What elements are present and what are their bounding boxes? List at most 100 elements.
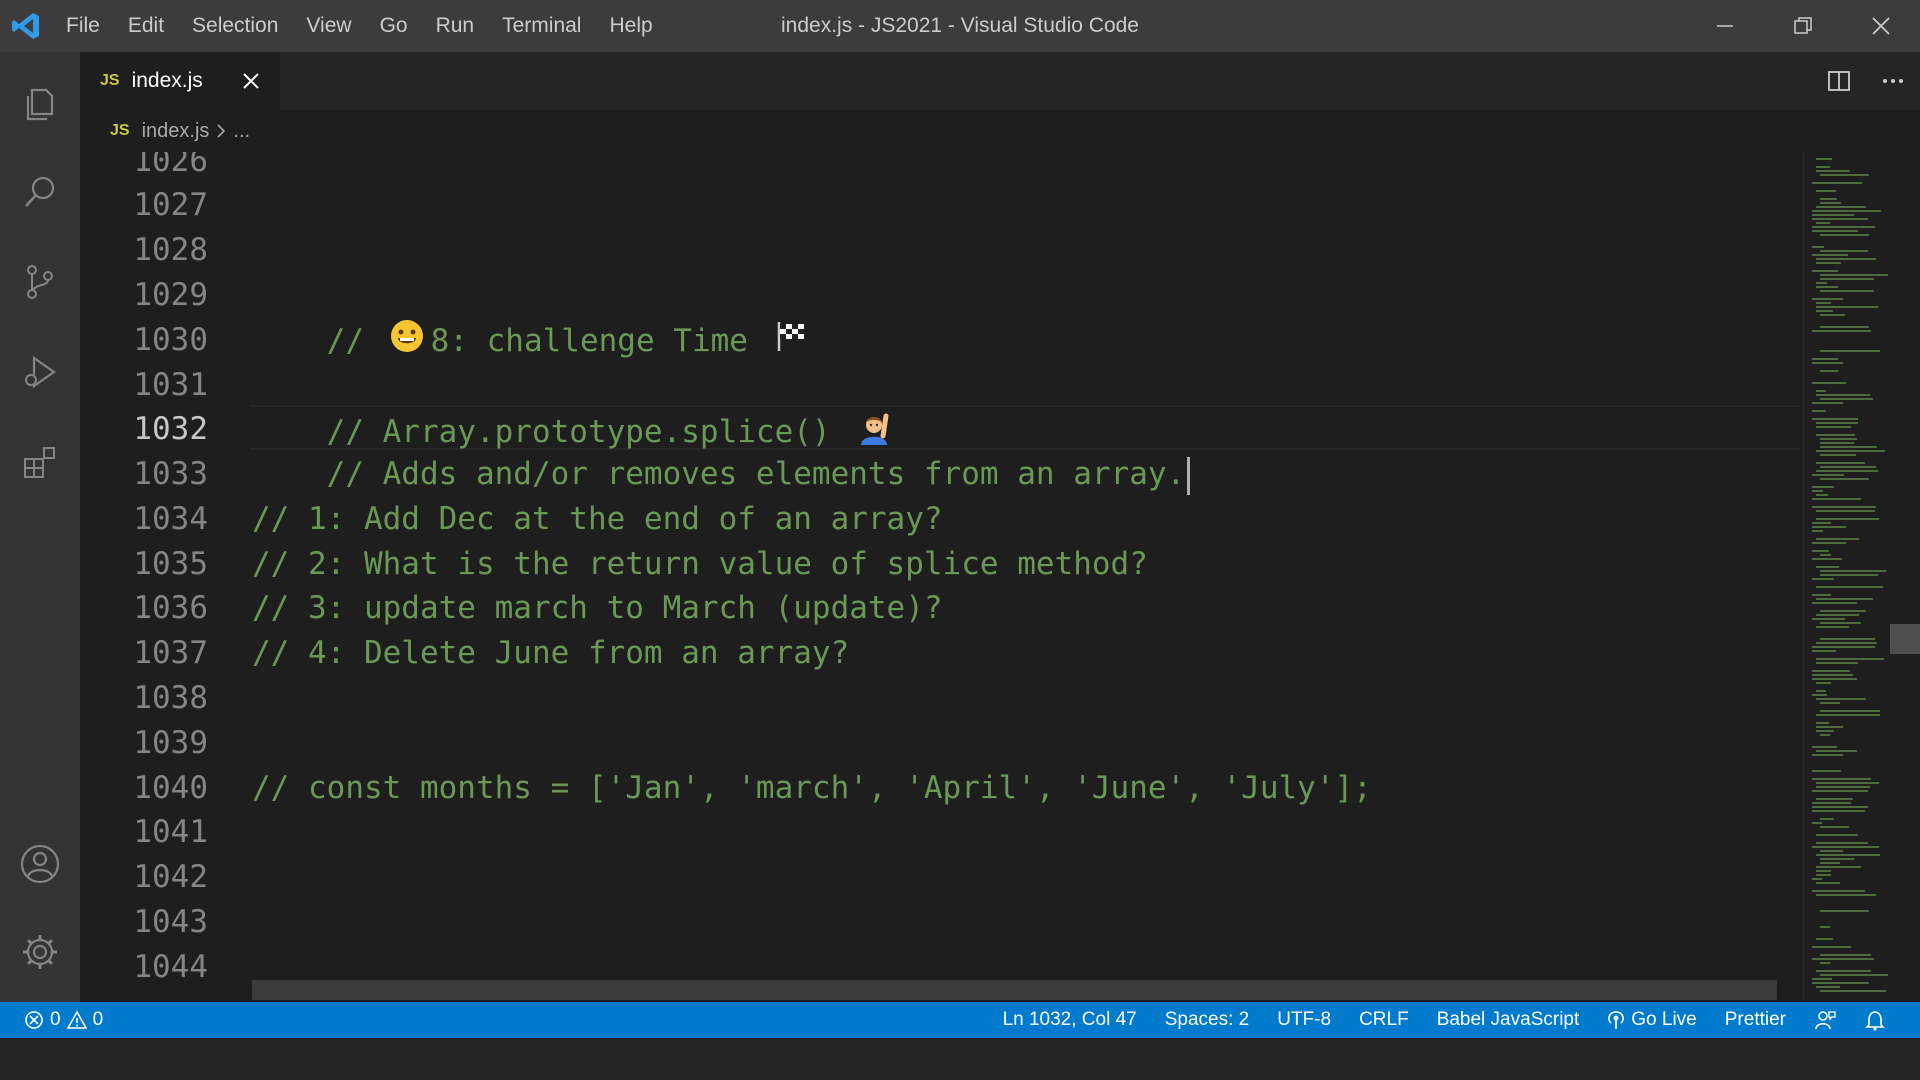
minimap-line bbox=[1816, 690, 1826, 692]
menu-selection[interactable]: Selection bbox=[178, 0, 292, 52]
cursor-position[interactable]: Ln 1032, Col 47 bbox=[989, 1009, 1151, 1031]
breadcrumb-more[interactable]: ... bbox=[233, 120, 250, 143]
source-control-icon bbox=[27, 265, 53, 299]
minimap-line bbox=[1812, 674, 1853, 676]
minimap-line bbox=[1820, 290, 1874, 292]
minimap-line bbox=[1816, 726, 1843, 728]
minimap-line bbox=[1816, 510, 1875, 512]
minimap-line bbox=[1816, 310, 1833, 312]
menu-terminal[interactable]: Terminal bbox=[488, 0, 595, 52]
source-control-button[interactable] bbox=[0, 242, 80, 322]
minimap-line bbox=[1816, 834, 1858, 836]
minimap-line bbox=[1812, 558, 1842, 560]
minimap-line bbox=[1816, 302, 1831, 304]
minimap-line bbox=[1820, 954, 1871, 956]
manage-button[interactable] bbox=[0, 912, 80, 992]
minimap-line bbox=[1820, 702, 1840, 704]
settings-gear-icon bbox=[23, 935, 57, 969]
minimap-line bbox=[1816, 306, 1878, 308]
minimap-line bbox=[1820, 398, 1873, 400]
grinning-face-icon bbox=[389, 318, 425, 367]
minimize-icon bbox=[1717, 25, 1733, 27]
minimap-line bbox=[1820, 974, 1888, 976]
menu-file[interactable]: File bbox=[52, 0, 114, 52]
notifications-button[interactable] bbox=[1850, 1009, 1900, 1031]
menu-help[interactable]: Help bbox=[595, 0, 666, 52]
minimap-line bbox=[1820, 350, 1880, 352]
explorer-button[interactable] bbox=[0, 64, 80, 144]
error-icon bbox=[25, 1011, 43, 1029]
minimap-line bbox=[1816, 970, 1871, 972]
code-line: // 3: update march to March (update)? bbox=[252, 590, 943, 626]
tab-bar: JS index.js bbox=[80, 52, 1920, 110]
more-actions-button[interactable] bbox=[1866, 52, 1920, 110]
error-count: 0 bbox=[50, 1009, 61, 1030]
prettier-status[interactable]: Prettier bbox=[1711, 1009, 1800, 1031]
minimize-button[interactable] bbox=[1686, 0, 1764, 52]
close-window-button[interactable] bbox=[1842, 0, 1920, 52]
minimap-line bbox=[1812, 650, 1836, 652]
accounts-icon bbox=[20, 844, 60, 884]
extensions-button[interactable] bbox=[0, 422, 80, 502]
end-of-line[interactable]: CRLF bbox=[1345, 1009, 1423, 1031]
minimap-line bbox=[1812, 254, 1848, 256]
restore-button[interactable] bbox=[1764, 0, 1842, 52]
minimap-line bbox=[1816, 722, 1829, 724]
problems-indicator[interactable]: 0 0 bbox=[24, 1002, 103, 1038]
line-number: 1033 bbox=[133, 456, 208, 492]
menu-edit[interactable]: Edit bbox=[114, 0, 178, 52]
minimap-line bbox=[1820, 478, 1869, 480]
vscode-logo-icon bbox=[0, 0, 52, 52]
line-number: 1042 bbox=[133, 859, 208, 895]
editor-actions bbox=[1812, 52, 1920, 110]
minimap-line bbox=[1816, 470, 1878, 472]
code-line: // 1: Add Dec at the end of an array? bbox=[252, 501, 943, 537]
vertical-scrollbar-thumb[interactable] bbox=[1890, 624, 1920, 654]
line-number-active: 1032 bbox=[133, 411, 208, 447]
warning-icon bbox=[66, 1010, 87, 1029]
line-number: 1038 bbox=[133, 680, 208, 716]
minimap-line bbox=[1816, 170, 1850, 172]
minimap-line bbox=[1816, 614, 1859, 616]
split-editor-button[interactable] bbox=[1812, 52, 1866, 110]
line-number: 1043 bbox=[133, 904, 208, 940]
minimap-line bbox=[1820, 622, 1861, 624]
menu-run[interactable]: Run bbox=[422, 0, 489, 52]
minimap[interactable] bbox=[1803, 152, 1920, 1000]
minimap-line bbox=[1820, 734, 1830, 736]
minimap-line bbox=[1816, 682, 1831, 684]
feedback-button[interactable] bbox=[1800, 1009, 1850, 1031]
minimap-line bbox=[1816, 870, 1831, 872]
extensions-icon bbox=[24, 447, 55, 478]
menu-go[interactable]: Go bbox=[366, 0, 422, 52]
run-debug-button[interactable] bbox=[0, 332, 80, 412]
menu-view[interactable]: View bbox=[292, 0, 365, 52]
minimap-line bbox=[1812, 402, 1843, 404]
go-live-button[interactable]: Go Live bbox=[1593, 1009, 1710, 1031]
minimap-line bbox=[1812, 218, 1868, 220]
minimap-line bbox=[1816, 854, 1880, 856]
minimap-line bbox=[1812, 878, 1822, 880]
minimap-line bbox=[1812, 298, 1843, 300]
minimap-line bbox=[1812, 602, 1857, 604]
horizontal-scrollbar[interactable] bbox=[252, 980, 1777, 1000]
encoding[interactable]: UTF-8 bbox=[1263, 1009, 1345, 1031]
search-button[interactable] bbox=[0, 152, 80, 232]
minimap-line bbox=[1812, 210, 1881, 212]
minimap-line bbox=[1816, 190, 1836, 192]
code-line: // 2: What is the return value of splice… bbox=[252, 546, 1148, 582]
code-editor[interactable]: 1026 1027 1028 1029 1030 1031 1032 1033 … bbox=[80, 152, 1803, 1000]
tab-index-js[interactable]: JS index.js bbox=[80, 52, 280, 110]
accounts-button[interactable] bbox=[0, 824, 80, 904]
tab-close-button[interactable] bbox=[236, 66, 266, 96]
language-mode[interactable]: Babel JavaScript bbox=[1423, 1009, 1594, 1031]
more-horizontal-icon bbox=[1883, 79, 1903, 83]
code-comment-prefix: // bbox=[326, 323, 383, 359]
minimap-line bbox=[1820, 442, 1854, 444]
indentation[interactable]: Spaces: 2 bbox=[1151, 1009, 1264, 1031]
explorer-icon bbox=[26, 88, 54, 121]
minimap-line bbox=[1816, 658, 1884, 660]
minimap-line bbox=[1812, 746, 1837, 748]
minimap-line bbox=[1812, 330, 1871, 332]
breadcrumb-file[interactable]: index.js bbox=[142, 120, 210, 143]
